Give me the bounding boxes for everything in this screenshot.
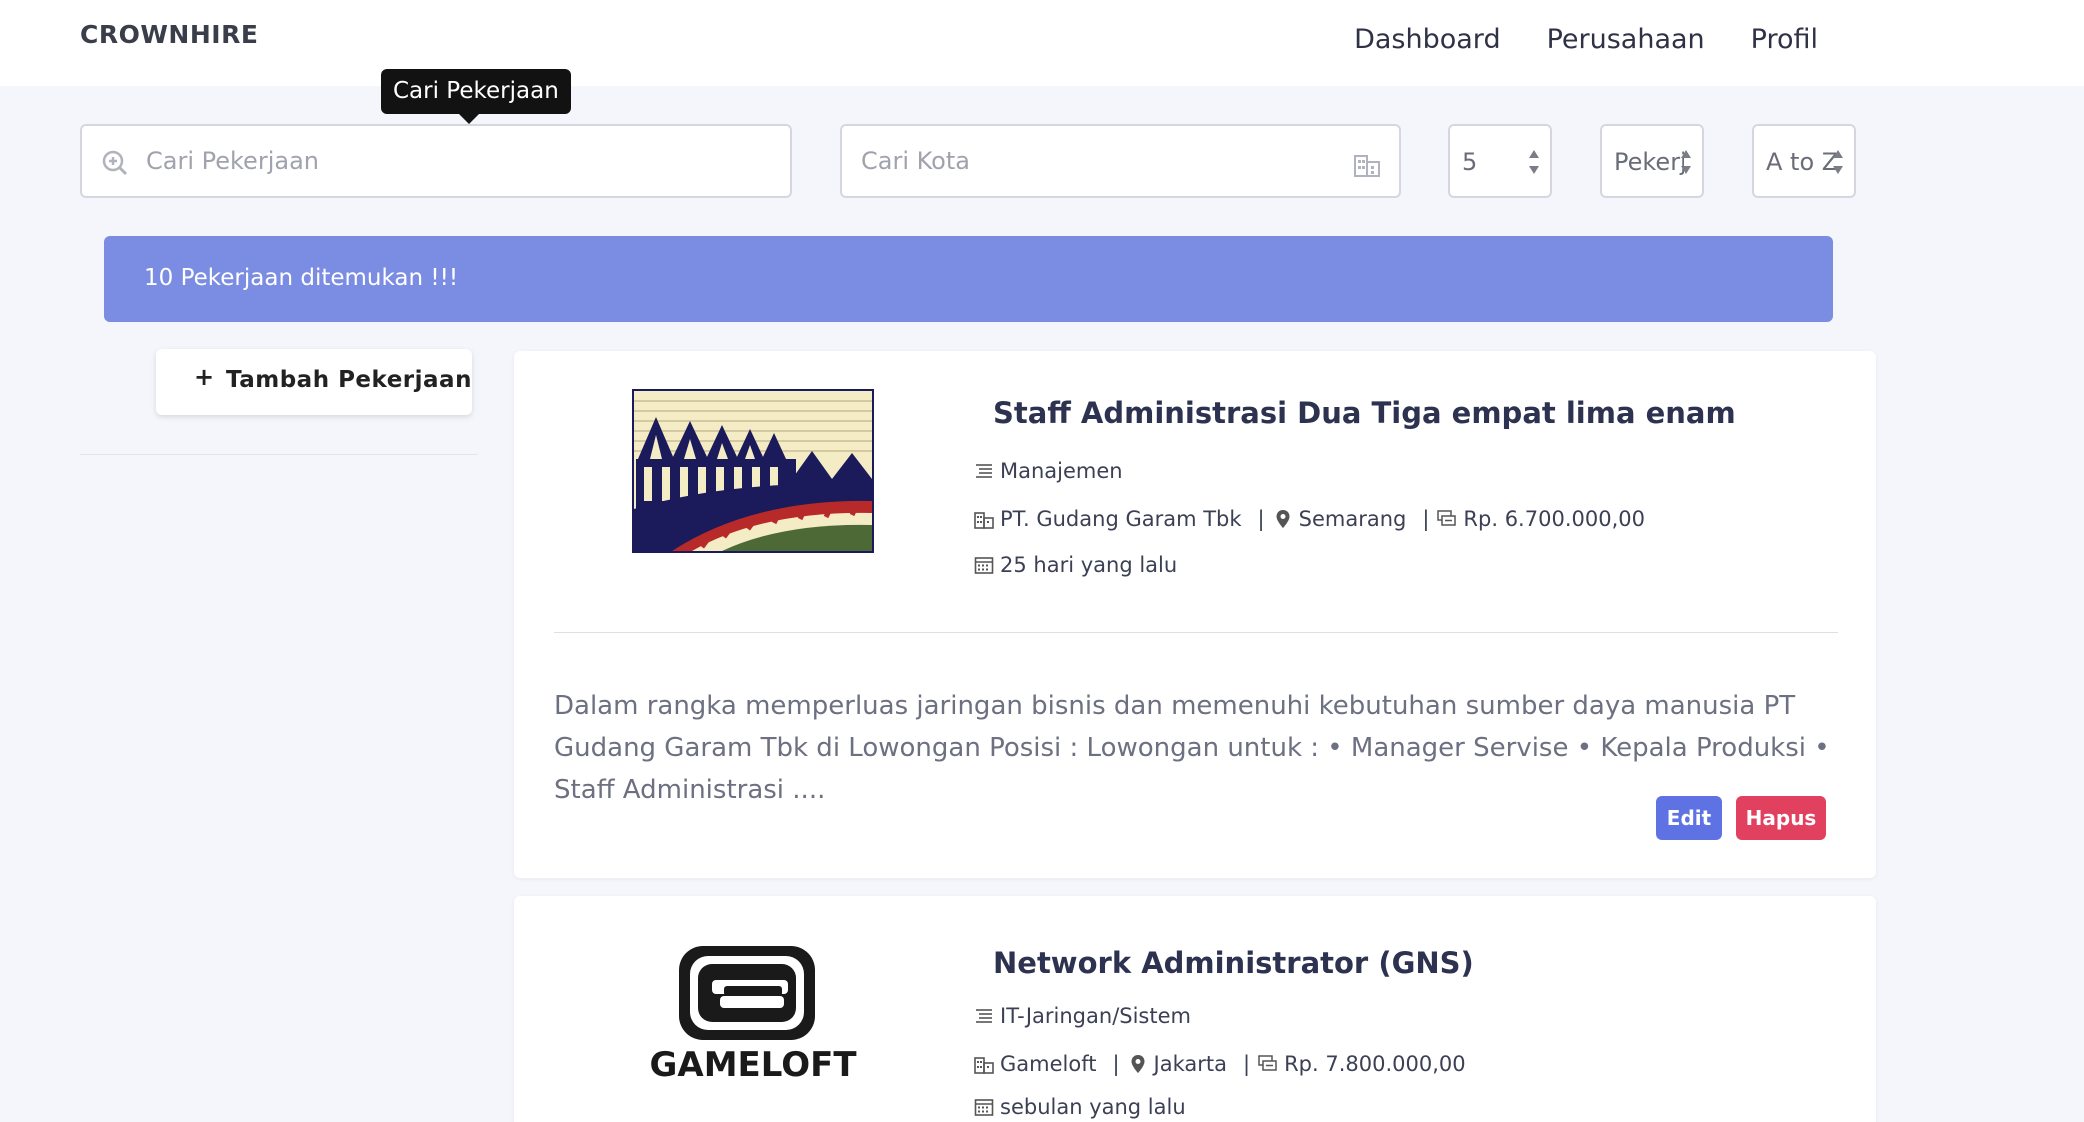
job-city: Jakarta bbox=[1153, 1052, 1228, 1076]
map-pin-icon bbox=[1276, 510, 1290, 528]
job-card: GAMELOFT Network Administrator (GNS) IT-… bbox=[514, 896, 1876, 1122]
add-job-label: Tambah Pekerjaan bbox=[226, 367, 472, 393]
sort-select[interactable]: A to Z bbox=[1752, 124, 1856, 198]
job-info-row: Gameloft | Jakarta | Rp. 7.800.000,00 bbox=[974, 1052, 1466, 1076]
company-logo bbox=[632, 389, 874, 553]
plus-icon: + bbox=[194, 363, 215, 391]
separator: | bbox=[1422, 507, 1430, 531]
job-category-row: IT-Jaringan/Sistem bbox=[974, 1004, 1191, 1028]
job-title[interactable]: Staff Administrasi Dua Tiga empat lima e… bbox=[993, 396, 1736, 430]
job-city: Semarang bbox=[1298, 507, 1407, 531]
type-select-value: Pekerj bbox=[1614, 148, 1684, 176]
sort-select-value: A to Z bbox=[1766, 148, 1836, 176]
sidebar-divider bbox=[80, 454, 478, 455]
job-info-row: PT. Gudang Garam Tbk | Semarang | Rp. 6.… bbox=[974, 507, 1645, 531]
building-icon bbox=[1354, 155, 1380, 177]
list-icon bbox=[976, 1009, 992, 1023]
nav-profil[interactable]: Profil bbox=[1751, 24, 1818, 55]
job-posted: 25 hari yang lalu bbox=[1000, 553, 1178, 577]
delete-button[interactable]: Hapus bbox=[1736, 796, 1826, 840]
list-icon bbox=[976, 464, 992, 478]
job-posted: sebulan yang lalu bbox=[1000, 1095, 1186, 1119]
job-posted-row: 25 hari yang lalu bbox=[974, 553, 1177, 577]
nav-links: Dashboard Perusahaan Profil bbox=[1354, 24, 1818, 55]
job-salary: Rp. 6.700.000,00 bbox=[1463, 507, 1645, 531]
count-select[interactable]: 5 bbox=[1448, 124, 1552, 198]
card-divider bbox=[554, 632, 1838, 633]
job-category-row: Manajemen bbox=[974, 459, 1123, 483]
select-arrows-icon bbox=[1681, 150, 1691, 174]
job-salary: Rp. 7.800.000,00 bbox=[1284, 1052, 1466, 1076]
job-category: Manajemen bbox=[1000, 459, 1123, 483]
money-icon bbox=[1258, 1055, 1277, 1071]
building-small-icon bbox=[974, 1057, 994, 1074]
count-select-value: 5 bbox=[1462, 148, 1478, 176]
result-banner: 10 Pekerjaan ditemukan !!! bbox=[104, 236, 1833, 322]
search-field bbox=[80, 124, 792, 198]
separator: | bbox=[1257, 507, 1265, 531]
building-small-icon bbox=[974, 512, 994, 529]
money-icon bbox=[1437, 510, 1457, 526]
edit-button[interactable]: Edit bbox=[1656, 796, 1722, 840]
map-pin-icon bbox=[1131, 1055, 1145, 1073]
job-card: Staff Administrasi Dua Tiga empat lima e… bbox=[514, 351, 1876, 878]
company-logo: GAMELOFT bbox=[649, 946, 857, 1085]
calendar-icon bbox=[974, 557, 994, 574]
search-tooltip: Cari Pekerjaan bbox=[381, 69, 571, 124]
separator: | bbox=[1112, 1052, 1120, 1076]
job-company[interactable]: PT. Gudang Garam Tbk bbox=[1000, 507, 1242, 531]
separator: | bbox=[1243, 1052, 1251, 1076]
nav-perusahaan[interactable]: Perusahaan bbox=[1547, 24, 1705, 55]
gameloft-logo-text: GAMELOFT bbox=[649, 1045, 857, 1085]
select-arrows-icon bbox=[1529, 150, 1539, 174]
city-field bbox=[840, 124, 1401, 198]
job-description: Dalam rangka memperluas jaringan bisnis … bbox=[554, 691, 1830, 805]
nav-dashboard[interactable]: Dashboard bbox=[1354, 24, 1500, 55]
result-count-text: 10 Pekerjaan ditemukan !!! bbox=[144, 265, 459, 291]
city-input[interactable] bbox=[842, 126, 1399, 196]
job-category: IT-Jaringan/Sistem bbox=[1000, 1004, 1191, 1028]
job-title[interactable]: Network Administrator (GNS) bbox=[993, 946, 1474, 980]
navbar: CROWNHIRE Dashboard Perusahaan Profil bbox=[0, 0, 2084, 86]
search-input[interactable] bbox=[82, 126, 790, 196]
select-arrows-icon bbox=[1833, 150, 1843, 174]
calendar-icon bbox=[974, 1099, 994, 1116]
type-select[interactable]: Pekerj bbox=[1600, 124, 1704, 198]
brand-logo[interactable]: CROWNHIRE bbox=[80, 20, 258, 49]
job-company[interactable]: Gameloft bbox=[1000, 1052, 1096, 1076]
job-posted-row: sebulan yang lalu bbox=[974, 1095, 1186, 1119]
add-job-button[interactable]: + Tambah Pekerjaan bbox=[156, 349, 472, 415]
